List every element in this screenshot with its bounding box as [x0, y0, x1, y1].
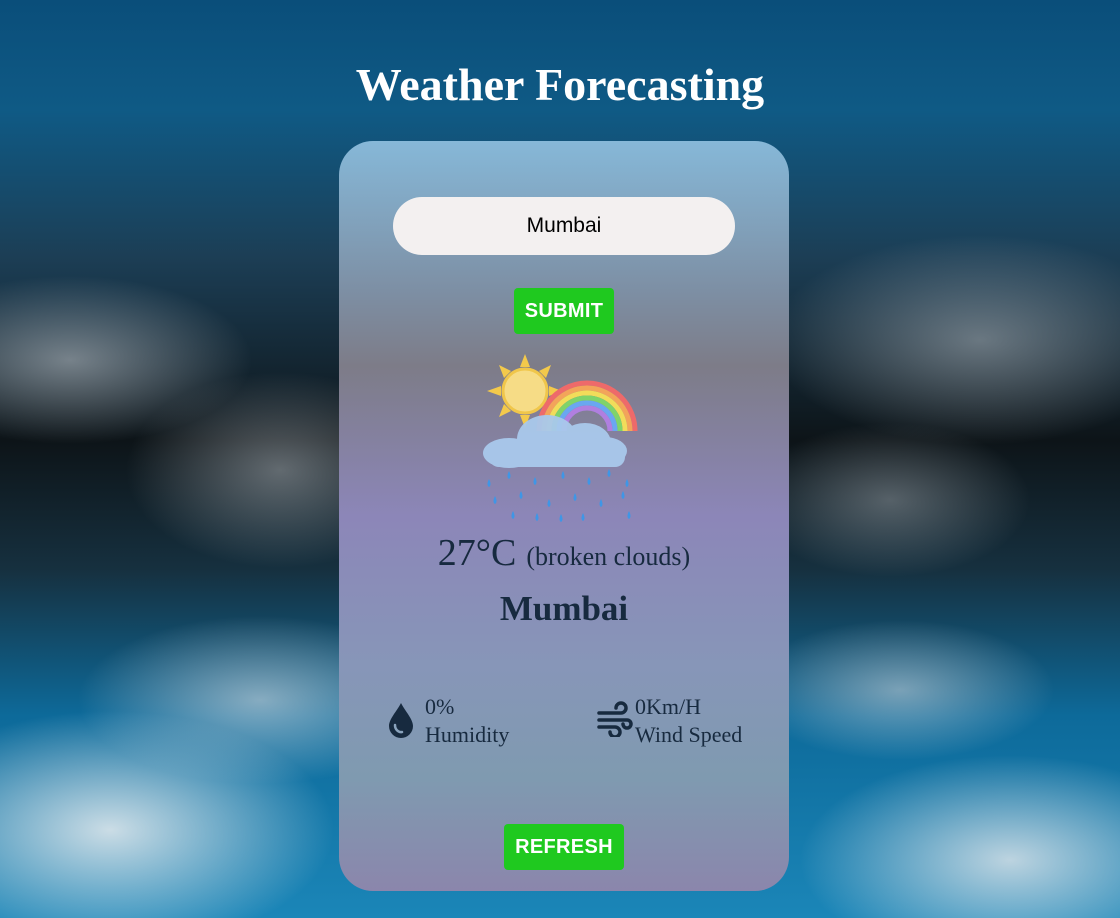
submit-button[interactable]: SUBMIT	[514, 288, 614, 334]
temperature-line: 27°C (broken clouds)	[339, 531, 789, 575]
city-search-input[interactable]	[393, 197, 735, 255]
temperature-value: 27°C	[437, 532, 517, 574]
sun-rainbow-rain-cloud-icon	[483, 354, 638, 522]
weather-description: (broken clouds)	[526, 542, 691, 571]
humidity-value: 0%	[425, 694, 455, 719]
refresh-button[interactable]: REFRESH	[504, 824, 624, 870]
wind-label: Wind Speed	[635, 722, 743, 747]
wind-stat: 0Km/H Wind Speed	[597, 693, 742, 749]
page-title: Weather Forecasting	[355, 59, 765, 110]
wind-icon	[597, 701, 633, 737]
wind-value: 0Km/H	[635, 694, 701, 719]
humidity-label: Humidity	[425, 722, 510, 747]
humidity-stat: 0% Humidity	[387, 693, 509, 749]
weather-card: SUBMIT	[339, 141, 789, 891]
city-name: Mumbai	[499, 589, 629, 628]
water-drop-icon	[389, 703, 413, 738]
